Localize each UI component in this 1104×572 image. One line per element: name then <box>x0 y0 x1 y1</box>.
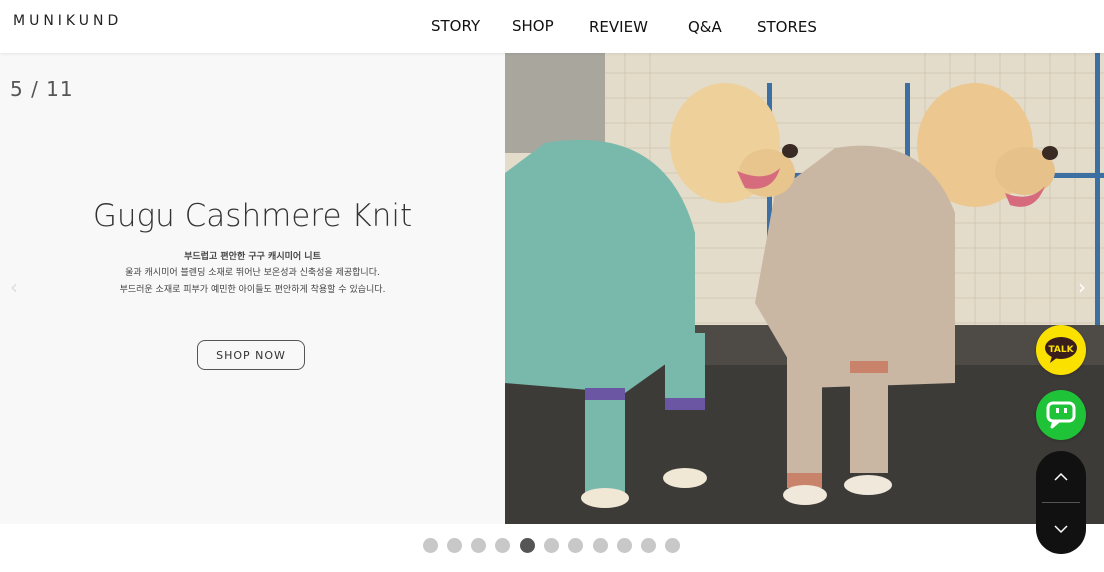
chevron-down-icon <box>1054 524 1068 533</box>
nav-shop[interactable]: SHOP <box>512 17 554 35</box>
pagination-dot[interactable] <box>641 538 656 553</box>
chevron-up-icon <box>1054 472 1068 481</box>
pagination-dot[interactable] <box>471 538 486 553</box>
product-photo[interactable] <box>505 53 1104 524</box>
pagination-dot[interactable] <box>447 538 462 553</box>
pagination-dot[interactable] <box>568 538 583 553</box>
slide-pagination <box>0 538 1104 554</box>
nav-stores[interactable]: STORES <box>757 18 817 36</box>
nav-qna[interactable]: Q&A <box>688 18 722 36</box>
site-header: MUNIKUND STORY SHOP REVIEW Q&A STORES <box>0 0 1104 53</box>
pagination-dot[interactable] <box>495 538 510 553</box>
nav-review[interactable]: REVIEW <box>589 18 648 36</box>
prev-slide-button[interactable]: ‹ <box>10 275 18 299</box>
slide-title: Gugu Cashmere Knit <box>92 198 413 234</box>
slide-description-line: 부드러운 소재로 피부가 예민한 아이들도 편안하게 착용할 수 있습니다. <box>119 285 386 295</box>
pagination-dot[interactable] <box>544 538 559 553</box>
dogs-in-sweaters-image <box>505 53 1104 524</box>
chat-icon <box>1046 401 1076 429</box>
kakao-talk-button[interactable]: TALK <box>1036 325 1086 375</box>
shop-now-button[interactable]: SHOP NOW <box>197 340 305 370</box>
chat-button[interactable] <box>1036 390 1086 440</box>
main-nav: STORY SHOP REVIEW Q&A STORES <box>0 17 1104 37</box>
pagination-dot[interactable] <box>665 538 680 553</box>
slide-description-line: 부드럽고 편안한 구구 캐시미어 니트 <box>184 252 321 262</box>
scroll-top-button[interactable] <box>1036 451 1086 502</box>
next-slide-button[interactable]: › <box>1078 275 1086 299</box>
pagination-dot[interactable] <box>593 538 608 553</box>
nav-story[interactable]: STORY <box>431 17 480 35</box>
pagination-dot[interactable] <box>423 538 438 553</box>
talk-bubble-icon: TALK <box>1045 337 1077 363</box>
pagination-dot-active[interactable] <box>520 538 535 553</box>
talk-label: TALK <box>1048 345 1074 355</box>
hero-slide: 5 / 11 Gugu Cashmere Knit 부드럽고 편안한 구구 캐시… <box>0 53 1104 524</box>
slide-description-line: 울과 캐시미어 블렌딩 소재로 뛰어난 보온성과 신축성을 제공합니다. <box>125 268 380 278</box>
pagination-dot[interactable] <box>617 538 632 553</box>
slide-counter: 5 / 11 <box>10 77 74 101</box>
scroll-bottom-button[interactable] <box>1036 503 1086 554</box>
scroll-controls <box>1036 451 1086 554</box>
